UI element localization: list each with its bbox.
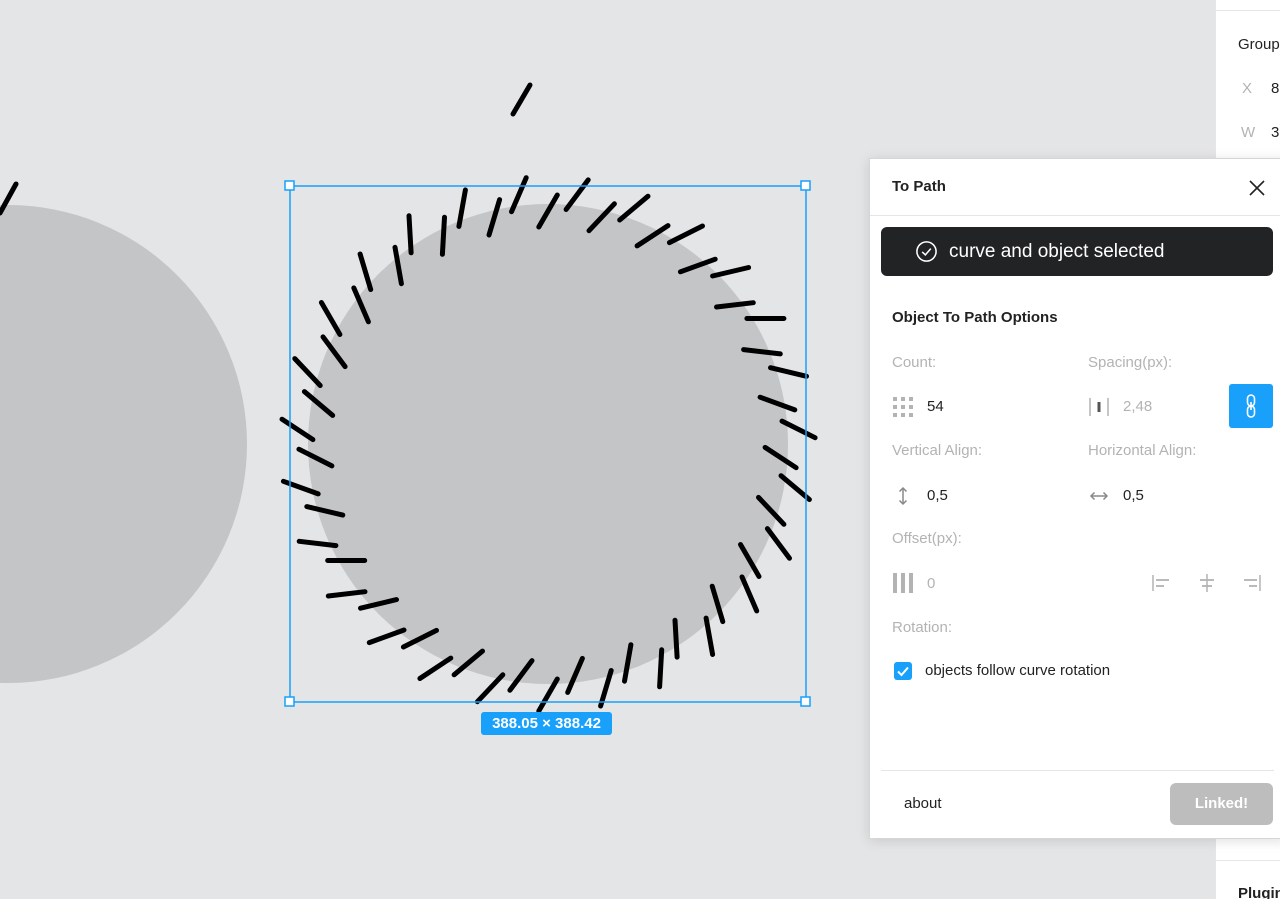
grid-dots-icon [893,397,913,417]
x-label: X [1242,80,1253,97]
offset-bars-icon [893,573,913,593]
selection-handle-br[interactable] [800,696,811,707]
path-tick[interactable] [366,627,407,646]
align-left-icon[interactable] [1151,572,1173,594]
check-circle-icon [916,241,937,262]
spacing-icon [1089,398,1109,416]
path-tick[interactable] [778,473,812,502]
path-tick[interactable] [325,589,368,599]
align-right-icon[interactable] [1240,572,1262,594]
horizontal-align-label: Horizontal Align: [1088,442,1197,459]
selection-handle-tr[interactable] [800,180,811,191]
path-tick[interactable] [739,574,760,614]
panel-divider [1216,10,1280,11]
path-tick[interactable] [563,177,591,212]
path-tick[interactable] [439,214,447,257]
close-icon[interactable] [1247,178,1267,198]
link-toggle-button[interactable] [1229,384,1273,428]
link-icon [1246,394,1256,418]
vertical-align-label: Vertical Align: [892,442,983,459]
selection-handle-bl[interactable] [284,696,295,707]
vertical-align-input[interactable]: 0,5 [927,487,948,504]
options-title: Object To Path Options [892,309,1058,326]
path-tick[interactable] [318,300,343,337]
path-tick[interactable] [764,526,792,561]
linked-button[interactable]: Linked! [1170,783,1273,825]
path-tick[interactable] [666,223,705,246]
offset-label: Offset(px): [892,530,962,547]
checkmark-icon [897,666,909,677]
path-tick[interactable] [357,251,374,292]
stray-line-top[interactable] [510,82,533,117]
align-center-icon[interactable] [1196,572,1218,594]
follow-rotation-checkbox[interactable] [894,662,912,680]
path-tick[interactable] [417,655,454,681]
count-label: Count: [892,354,937,371]
plugin-title: To Path [892,178,946,195]
plugin-header: To Path [870,159,1280,216]
selection-handle-tl[interactable] [284,180,295,191]
to-path-plugin-window: To Path curve and object selected Object… [869,158,1280,839]
panel-divider [1216,860,1280,861]
horizontal-align-input[interactable]: 0,5 [1123,487,1144,504]
selection-size-badge: 388.05 × 388.42 [481,712,612,735]
path-tick[interactable] [406,213,414,256]
spacing-label: Spacing(px): [1088,354,1173,371]
toast-message: curve and object selected [949,241,1165,262]
horizontal-arrow-icon [1089,491,1109,501]
path-tick[interactable] [657,647,665,690]
rotation-label: Rotation: [892,619,953,636]
count-input[interactable]: 54 [927,398,944,415]
path-tick[interactable] [292,356,323,388]
status-toast: curve and object selected [881,227,1273,276]
x-value-field[interactable]: 8 [1271,80,1279,97]
path-tick[interactable] [474,672,506,705]
spacing-input[interactable]: 2,48 [1123,398,1152,415]
group-section-title: Group [1238,36,1280,53]
footer-divider [881,770,1274,771]
path-tick[interactable] [672,617,680,660]
plugin-section-title: Plugin [1238,885,1280,899]
path-tick[interactable] [703,615,716,657]
about-link[interactable]: about [904,795,942,812]
offset-input[interactable]: 0 [927,575,935,592]
left-circle-shape[interactable] [0,205,247,683]
w-value-field[interactable]: 3 [1271,124,1279,141]
path-tick[interactable] [617,193,651,223]
vertical-arrow-icon [898,486,908,506]
path-tick[interactable] [710,265,752,279]
follow-rotation-label[interactable]: objects follow curve rotation [925,662,1110,679]
w-label: W [1241,124,1256,141]
path-tick[interactable] [279,416,316,443]
